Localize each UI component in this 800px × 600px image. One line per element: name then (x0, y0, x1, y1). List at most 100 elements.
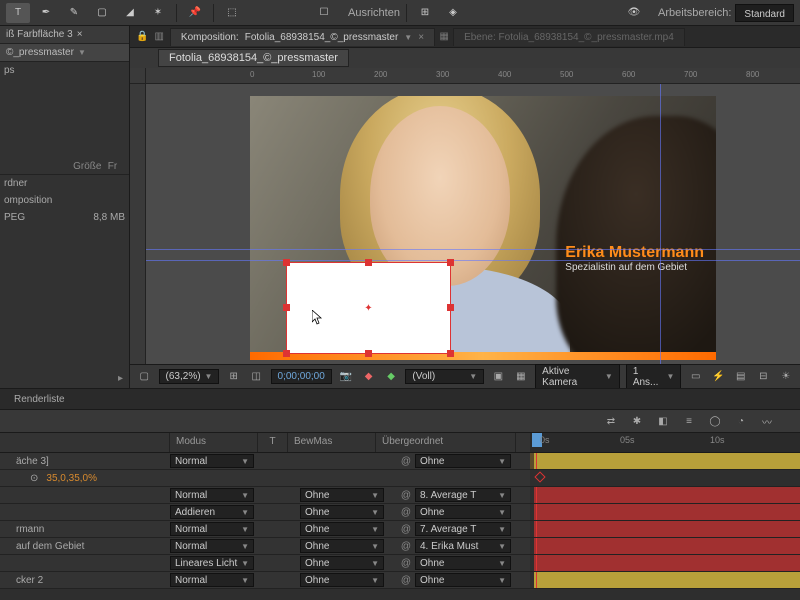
motion-blur-icon[interactable]: ≡ (680, 412, 698, 430)
guide-horizontal[interactable] (146, 249, 800, 250)
layer-view-icon[interactable]: ▦ (437, 31, 451, 42)
parent-select[interactable]: Ohne▼ (415, 454, 511, 468)
guide-vertical[interactable] (660, 84, 661, 364)
layer-bar[interactable] (534, 572, 800, 588)
track-area[interactable] (530, 504, 800, 520)
project-item[interactable]: rdner (0, 175, 129, 192)
exposure-icon[interactable]: ☀ (778, 368, 795, 386)
track-area[interactable] (530, 487, 800, 503)
layer-name[interactable]: cker 2 (0, 575, 170, 586)
search-icon[interactable]: 👁 (622, 3, 646, 23)
hand-tool[interactable]: ⬚ (220, 3, 244, 23)
roto-tool[interactable]: ✶ (146, 3, 170, 23)
resize-handle[interactable] (283, 304, 290, 311)
layer-bar[interactable] (534, 487, 800, 503)
scale-value[interactable]: 35,0,35,0% (42, 473, 97, 484)
keyframe-icon[interactable] (534, 471, 545, 482)
track-area[interactable] (530, 521, 800, 537)
track-area[interactable] (530, 538, 800, 554)
col-modus[interactable]: Modus (170, 433, 258, 452)
resize-handle[interactable] (447, 304, 454, 311)
parent-select[interactable]: 8. Average T▼ (415, 488, 511, 502)
col-bewmas[interactable]: BewMas (288, 433, 376, 452)
guides-icon[interactable]: ◫ (248, 368, 265, 386)
trkmat-select[interactable]: Ohne▼ (300, 539, 384, 553)
guide-horizontal[interactable] (146, 260, 800, 261)
layer-bar[interactable] (534, 453, 800, 469)
blend-mode-select[interactable]: Normal▼ (170, 522, 254, 536)
timecode-field[interactable]: 0;00;00;00 (271, 369, 332, 384)
auto-keyframe-icon[interactable]: ◔ (732, 412, 750, 430)
pickwhip-icon[interactable]: @ (400, 523, 412, 535)
frame-blend-icon[interactable]: ◧ (654, 412, 672, 430)
grid-icon[interactable]: ⊞ (225, 368, 242, 386)
timeline-row[interactable]: Lineares Licht▼Ohne▼@Ohne▼ (0, 555, 800, 572)
project-item[interactable]: omposition (0, 192, 129, 209)
layer-name[interactable]: auf dem Gebiet (0, 541, 170, 552)
brainstorm-icon[interactable]: ◯ (706, 412, 724, 430)
blend-mode-select[interactable]: Addieren▼ (170, 505, 254, 519)
pickwhip-icon[interactable]: @ (400, 557, 412, 569)
blend-mode-select[interactable]: Normal▼ (170, 573, 254, 587)
layer-bar[interactable] (534, 538, 800, 554)
snap-toggle[interactable]: ☐ (312, 3, 336, 23)
blend-mode-select[interactable]: Normal▼ (170, 539, 254, 553)
snapshot-icon[interactable]: 📷 (338, 368, 355, 386)
parent-select[interactable]: 4. Erika Must▼ (415, 539, 511, 553)
parent-select[interactable]: Ohne▼ (415, 505, 511, 519)
layer-name[interactable]: rmann (0, 524, 170, 535)
track-area[interactable] (530, 453, 800, 469)
comp-tab-layer[interactable]: Ebene: Fotolia_68938154_©_pressmaster.mp… (453, 28, 685, 46)
col-parent[interactable]: Übergeordnet (376, 433, 516, 452)
layer-bar[interactable] (534, 504, 800, 520)
close-icon[interactable]: × (77, 29, 83, 40)
resize-handle[interactable] (283, 259, 290, 266)
layer-bar[interactable] (534, 521, 800, 537)
layer-name[interactable]: äche 3] (0, 456, 170, 467)
graph-icon[interactable]: ⇄ (602, 412, 620, 430)
parent-select[interactable]: Ohne▼ (415, 573, 511, 587)
breadcrumb-item[interactable]: Fotolia_68938154_©_pressmaster (158, 49, 349, 67)
resize-handle[interactable] (283, 350, 290, 357)
dropdown-icon[interactable]: ▼ (404, 33, 412, 42)
mask-toggle-icon[interactable]: ▢ (136, 368, 153, 386)
project-item[interactable]: PEG8,8 MB (0, 209, 129, 226)
track-area[interactable] (530, 572, 800, 588)
track-area[interactable] (530, 555, 800, 571)
flowchart-icon[interactable]: ⊟ (755, 368, 772, 386)
fast-preview-icon[interactable]: ⚡ (710, 368, 727, 386)
pixel-aspect-icon[interactable]: ▭ (687, 368, 704, 386)
composition-viewer[interactable]: 0 100 200 300 400 500 600 700 800 Erika … (130, 68, 800, 364)
trkmat-select[interactable]: Ohne▼ (300, 573, 384, 587)
text-tool[interactable]: T (6, 3, 30, 23)
resize-handle[interactable] (447, 350, 454, 357)
anchor-point-icon[interactable]: ✦ (364, 303, 374, 313)
pickwhip-icon[interactable]: @ (400, 489, 412, 501)
resize-handle[interactable] (447, 259, 454, 266)
transparency-grid-icon[interactable]: ▦ (513, 368, 530, 386)
ruler-vertical[interactable] (130, 84, 146, 364)
timeline-tab-render[interactable]: Renderliste (4, 392, 75, 407)
views-select[interactable]: 1 Ans...▼ (626, 364, 682, 390)
blend-mode-select[interactable]: Normal▼ (170, 454, 254, 468)
color-mgmt-icon[interactable]: ◆ (383, 368, 400, 386)
time-ruler[interactable]: 0s 05s 10s (530, 433, 800, 452)
pickwhip-icon[interactable]: @ (400, 455, 412, 467)
trkmat-select[interactable]: Ohne▼ (300, 556, 384, 570)
shy-icon[interactable]: ✱ (628, 412, 646, 430)
parent-select[interactable]: Ohne▼ (415, 556, 511, 570)
panel-tab-project[interactable]: ©_pressmaster ▼ (0, 44, 129, 62)
timeline-row[interactable]: Normal▼Ohne▼@8. Average T▼ (0, 487, 800, 504)
blend-mode-select[interactable]: Normal▼ (170, 488, 254, 502)
timeline-row[interactable]: Addieren▼Ohne▼@Ohne▼ (0, 504, 800, 521)
snap-bounds-icon[interactable]: ⊞ (413, 3, 437, 23)
camera-select[interactable]: Aktive Kamera▼ (535, 364, 620, 390)
ruler-horizontal[interactable]: 0 100 200 300 400 500 600 700 800 (146, 68, 800, 84)
blend-mode-select[interactable]: Lineares Licht▼ (170, 556, 254, 570)
zoom-select[interactable]: (63,2%)▼ (159, 369, 220, 384)
eraser-tool[interactable]: ◢ (118, 3, 142, 23)
trkmat-select[interactable]: Ohne▼ (300, 505, 384, 519)
close-icon[interactable]: × (418, 32, 424, 43)
canvas[interactable]: Erika Mustermann Spezialistin auf dem Ge… (146, 84, 800, 364)
parent-select[interactable]: 7. Average T▼ (415, 522, 511, 536)
